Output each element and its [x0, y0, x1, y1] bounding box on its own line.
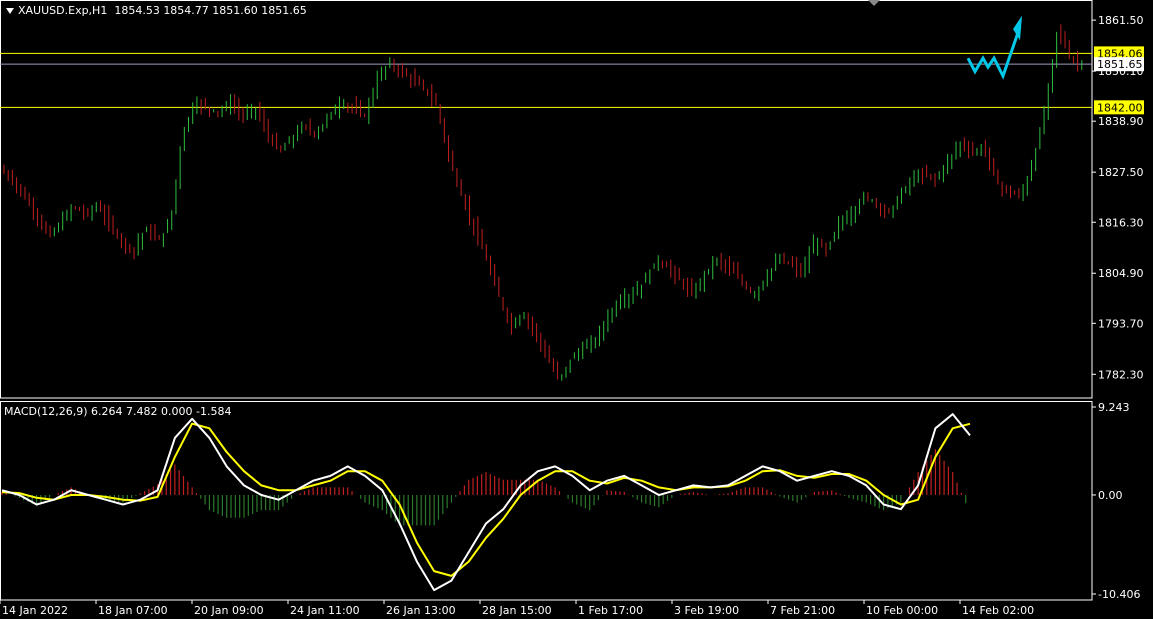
macd-histogram [1, 449, 967, 526]
macd-y-tick-label: 9.243 [1098, 401, 1130, 414]
main-pane-frame [0, 0, 1093, 399]
y-tick-label: 1861.50 [1098, 14, 1144, 27]
forecast-arrow [966, 15, 1022, 80]
y-tick-label: 1804.90 [1098, 267, 1144, 280]
price-label-text: 1842.00 [1097, 101, 1143, 114]
y-tick-label: 1838.90 [1098, 115, 1144, 128]
chart-shift-icon [868, 0, 880, 6]
y-tick-label: 1793.70 [1098, 317, 1144, 330]
macd-y-tick-label: -10.406 [1098, 588, 1140, 601]
x-tick-label: 20 Jan 09:00 [194, 604, 264, 617]
y-tick-label: 1816.30 [1098, 216, 1144, 229]
macd-y-tick-label: 0.00 [1098, 489, 1123, 502]
x-tick-label: 28 Jan 15:00 [482, 604, 552, 617]
x-tick-label: 1 Feb 17:00 [578, 604, 643, 617]
candles [3, 24, 1083, 381]
x-tick-label: 14 Jan 2022 [2, 604, 68, 617]
price-label-text: 1851.65 [1097, 58, 1143, 71]
x-tick-label: 3 Feb 19:00 [674, 604, 739, 617]
macd-signal-line [1, 422, 971, 577]
x-tick-label: 10 Feb 00:00 [866, 604, 938, 617]
x-tick-label: 7 Feb 21:00 [770, 604, 835, 617]
macd-pane-frame [0, 401, 1093, 601]
x-tick-label: 14 Feb 02:00 [962, 604, 1034, 617]
x-tick-label: 26 Jan 13:00 [386, 604, 456, 617]
y-tick-label: 1827.50 [1098, 166, 1144, 179]
y-tick-label: 1782.30 [1098, 368, 1144, 381]
x-tick-label: 18 Jan 07:00 [98, 604, 168, 617]
x-tick-label: 24 Jan 11:00 [290, 604, 360, 617]
forecast-path [966, 26, 1022, 80]
macd-main-line [1, 413, 971, 592]
price-chart[interactable]: 1861.501850.101838.901827.501816.301804.… [0, 0, 1153, 619]
